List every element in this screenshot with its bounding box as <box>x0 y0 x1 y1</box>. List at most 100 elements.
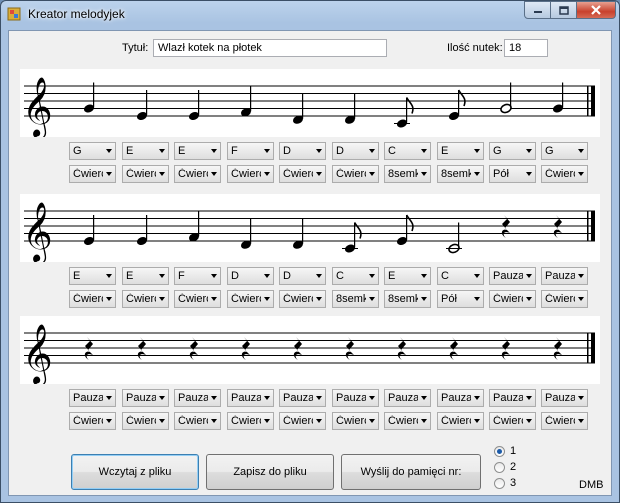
duration-dropdown[interactable]: Ćwierć <box>69 165 116 183</box>
pitch-dropdown[interactable]: F <box>227 142 274 160</box>
duration-dropdown[interactable]: 8semk <box>437 165 484 183</box>
pitch-dropdown[interactable]: Pauza <box>279 389 326 407</box>
staff-1: 𝄞 <box>20 69 600 137</box>
dropdown-value: Ćwierć <box>178 293 208 305</box>
pitch-dropdown[interactable]: E <box>384 267 431 285</box>
pitch-dropdown[interactable]: Pauza <box>174 389 221 407</box>
duration-dropdown[interactable]: Ćwierć <box>384 412 431 430</box>
staff-3: 𝄞 <box>20 316 600 384</box>
duration-dropdown[interactable]: Ćwierć <box>227 290 274 308</box>
pitch-dropdown[interactable]: C <box>384 142 431 160</box>
pitch-dropdown[interactable]: D <box>332 142 379 160</box>
close-button[interactable] <box>576 1 616 19</box>
pitch-dropdown[interactable]: G <box>69 142 116 160</box>
duration-dropdown[interactable]: Ćwierć <box>69 290 116 308</box>
note-count-input[interactable]: 18 <box>504 39 548 57</box>
dropdown-value: Pauza <box>493 270 523 282</box>
pitch-dropdown[interactable]: E <box>122 142 169 160</box>
pitch-dropdown[interactable]: G <box>541 142 588 160</box>
treble-clef-icon: 𝄞 <box>22 77 53 137</box>
duration-dropdown[interactable]: Ćwierć <box>174 290 221 308</box>
chevron-down-icon <box>369 419 375 423</box>
note-flag <box>405 97 414 114</box>
maximize-button[interactable] <box>550 1 577 19</box>
dropdown-value: G <box>545 145 554 157</box>
minimize-icon <box>533 11 542 13</box>
chevron-down-icon <box>474 172 480 176</box>
pitch-dropdown[interactable]: Pauza <box>69 389 116 407</box>
send-to-memory-button[interactable]: Wyślij do pamięci nr: <box>341 454 481 490</box>
pitch-dropdown[interactable]: E <box>122 267 169 285</box>
duration-dropdown[interactable]: Ćwierć <box>279 165 326 183</box>
pitch-dropdown[interactable]: Pauza <box>332 389 379 407</box>
duration-dropdown[interactable]: Ćwierć <box>437 412 484 430</box>
duration-dropdown[interactable]: 8semk <box>384 165 431 183</box>
duration-dropdown[interactable]: Ćwierć <box>332 165 379 183</box>
pitch-dropdown[interactable]: Pauza <box>541 267 588 285</box>
memory-slot-1-radio[interactable]: 1 <box>494 445 516 457</box>
pitch-dropdown[interactable]: Pauza <box>489 389 536 407</box>
duration-dropdown[interactable]: Ćwierć <box>122 290 169 308</box>
pitch-dropdown[interactable]: D <box>279 142 326 160</box>
pitch-dropdown[interactable]: E <box>69 267 116 285</box>
app-icon <box>7 7 21 21</box>
chevron-down-icon <box>211 396 217 400</box>
pitch-dropdown[interactable]: D <box>227 267 274 285</box>
duration-dropdown[interactable]: Ćwierć <box>69 412 116 430</box>
duration-dropdown[interactable]: Pół <box>437 290 484 308</box>
pitch-dropdown[interactable]: Pauza <box>384 389 431 407</box>
dropdown-value: Pauza <box>283 392 313 404</box>
duration-dropdown[interactable]: Ćwierć <box>174 165 221 183</box>
duration-dropdown[interactable]: Pół <box>489 165 536 183</box>
duration-dropdown[interactable]: Ćwierć <box>541 412 588 430</box>
pitch-dropdown[interactable]: C <box>332 267 379 285</box>
duration-dropdown[interactable]: Ćwierć <box>279 290 326 308</box>
pitch-dropdown[interactable]: F <box>174 267 221 285</box>
chevron-down-icon <box>106 149 112 153</box>
memory-slot-3-radio[interactable]: 3 <box>494 477 516 489</box>
dropdown-value: Ćwierć <box>126 168 156 180</box>
title-input[interactable]: Wlazł kotek na płotek <box>153 39 387 57</box>
pitch-dropdown[interactable]: Pauza <box>489 267 536 285</box>
duration-dropdown[interactable]: 8semk <box>384 290 431 308</box>
dropdown-value: D <box>231 270 239 282</box>
pitch-dropdown[interactable]: C <box>437 267 484 285</box>
chevron-down-icon <box>106 297 112 301</box>
chevron-down-icon <box>474 149 480 153</box>
author-credit: DMB <box>579 479 604 491</box>
pitch-dropdown[interactable]: G <box>489 142 536 160</box>
dropdown-value: Ćwierć <box>545 168 575 180</box>
pitch-dropdown[interactable]: E <box>437 142 484 160</box>
pitch-dropdown[interactable]: D <box>279 267 326 285</box>
title-label: Tytuł: <box>122 42 149 54</box>
dropdown-value: F <box>178 270 185 282</box>
duration-dropdown[interactable]: Ćwierć <box>541 290 588 308</box>
minimize-button[interactable] <box>524 1 551 19</box>
dropdown-value: Ćwierć <box>493 293 523 305</box>
dropdown-value: D <box>336 145 344 157</box>
pitch-dropdown[interactable]: Pauza <box>227 389 274 407</box>
duration-dropdown[interactable]: Ćwierć <box>174 412 221 430</box>
duration-dropdown[interactable]: Ćwierć <box>332 412 379 430</box>
pitch-dropdown[interactable]: Pauza <box>122 389 169 407</box>
duration-dropdown[interactable]: Ćwierć <box>489 290 536 308</box>
memory-slot-2-radio[interactable]: 2 <box>494 461 516 473</box>
dropdown-value: Ćwierć <box>73 415 103 427</box>
duration-dropdown[interactable]: Ćwierć <box>279 412 326 430</box>
chevron-down-icon <box>474 274 480 278</box>
duration-dropdown[interactable]: Ćwierć <box>122 165 169 183</box>
pitch-dropdown[interactable]: Pauza <box>541 389 588 407</box>
pitch-dropdown[interactable]: E <box>174 142 221 160</box>
pitch-dropdown[interactable]: Pauza <box>437 389 484 407</box>
save-to-file-button[interactable]: Zapisz do pliku <box>206 454 334 490</box>
dropdown-value: Ćwierć <box>545 415 575 427</box>
chevron-down-icon <box>316 419 322 423</box>
dropdown-value: Pauza <box>231 392 261 404</box>
duration-dropdown[interactable]: 8semk <box>332 290 379 308</box>
duration-dropdown[interactable]: Ćwierć <box>541 165 588 183</box>
duration-dropdown[interactable]: Ćwierć <box>122 412 169 430</box>
load-from-file-button[interactable]: Wczytaj z pliku <box>71 454 199 490</box>
duration-dropdown[interactable]: Ćwierć <box>489 412 536 430</box>
duration-dropdown[interactable]: Ćwierć <box>227 165 274 183</box>
duration-dropdown[interactable]: Ćwierć <box>227 412 274 430</box>
